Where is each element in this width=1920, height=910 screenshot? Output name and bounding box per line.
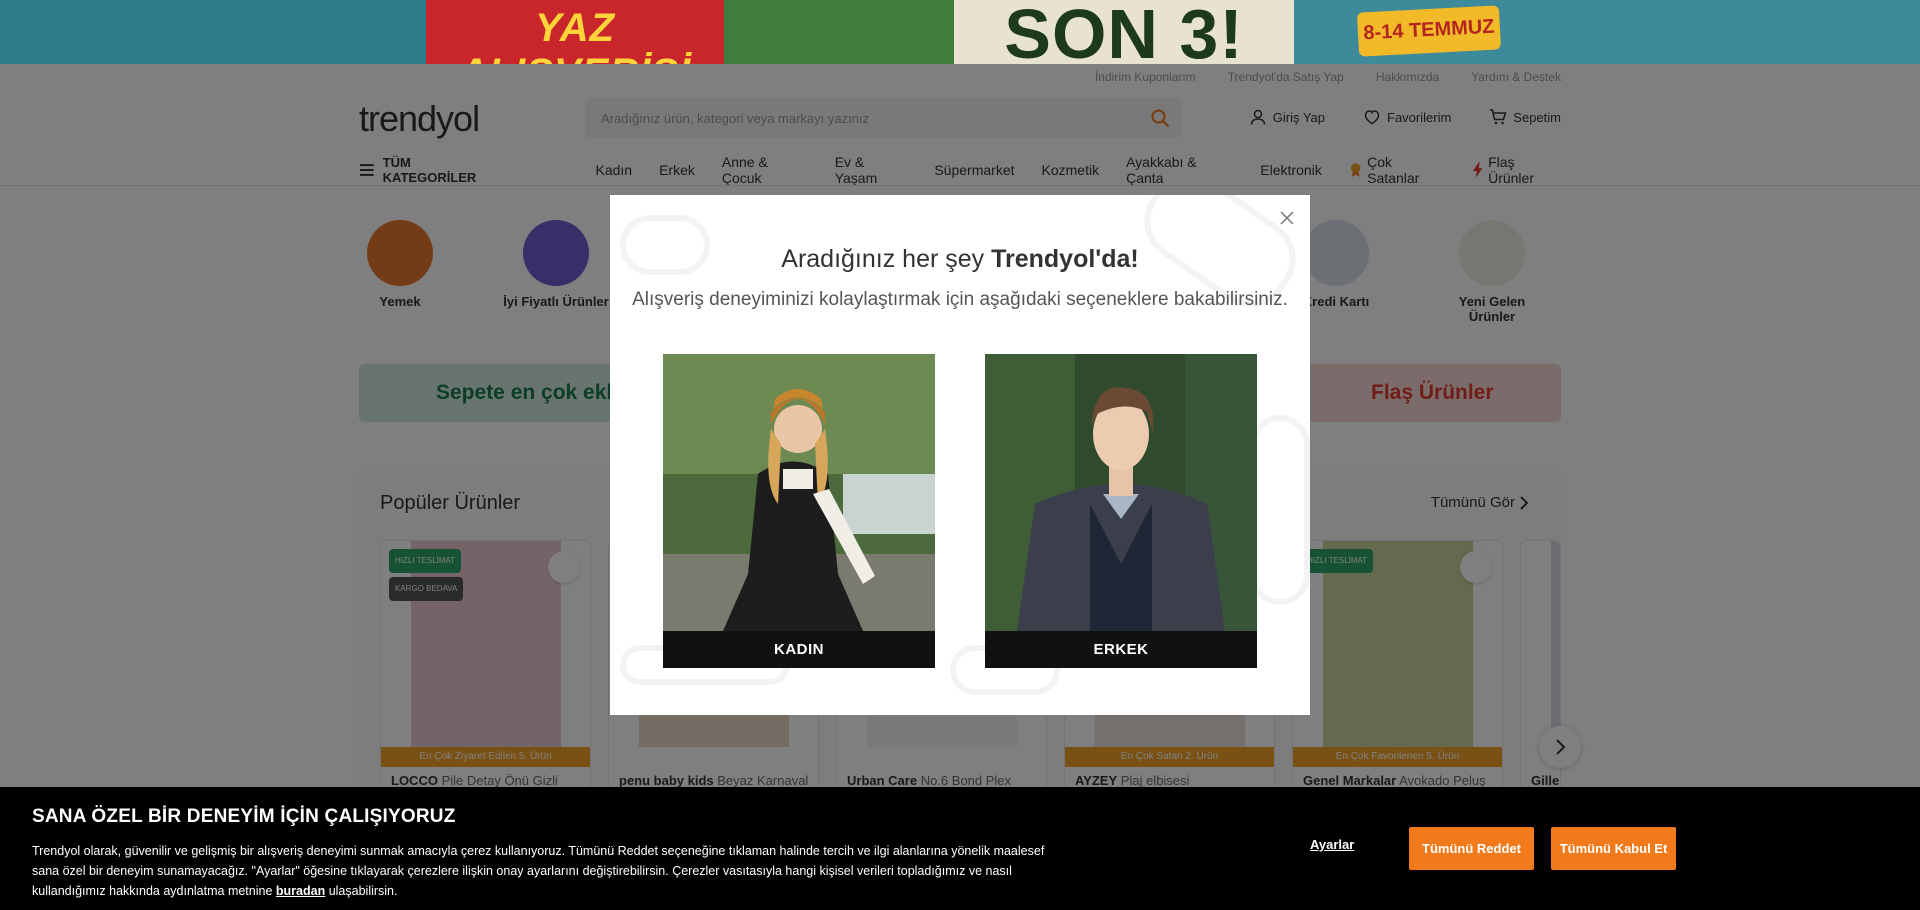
banner-left-text: YAZ ALIŞVERİŞİ [459, 6, 690, 64]
cookie-description: Trendyol olarak, güvenilir ve gelişmiş b… [32, 841, 1062, 901]
close-icon[interactable] [1278, 209, 1296, 227]
modal-title-brand: Trendyol'da! [991, 245, 1139, 273]
cookie-text-end: ulaşabilirsin. [328, 884, 398, 898]
erkek-label: ERKEK [985, 631, 1257, 668]
cookie-title: SANA ÖZEL BİR DENEYİM İÇİN ÇALIŞIYORUZ [32, 806, 456, 827]
kadin-photo [663, 354, 935, 631]
banner-leaf-decoration [724, 0, 954, 64]
erkek-photo [985, 354, 1257, 631]
modal-subtitle: Alışveriş deneyiminizi kolaylaştırmak iç… [632, 289, 1288, 310]
cookie-settings-link[interactable]: Ayarlar [1310, 837, 1354, 852]
modal-title: Aradığınız her şey Trendyol'da! [610, 245, 1310, 274]
kadin-label: KADIN [663, 631, 935, 668]
kadin-option[interactable]: KADIN [663, 354, 935, 668]
cookie-text: Trendyol olarak, güvenilir ve gelişmiş b… [32, 844, 1045, 898]
banner-left-panel: YAZ ALIŞVERİŞİ [426, 0, 724, 64]
top-promo-banner[interactable]: YAZ ALIŞVERİŞİ SON 3! 8-14 TEMMUZ [0, 0, 1920, 64]
modal-title-prefix: Aradığınız her şey [781, 245, 992, 273]
erkek-option[interactable]: ERKEK [985, 354, 1257, 668]
banner-date-text: 8-14 TEMMUZ [1362, 15, 1495, 45]
cookie-policy-link[interactable]: buradan [276, 884, 325, 898]
gender-select-modal: Aradığınız her şey Trendyol'da! Alışveri… [610, 195, 1310, 715]
reject-all-button[interactable]: Tümünü Reddet [1409, 827, 1534, 870]
accept-all-button[interactable]: Tümünü Kabul Et [1551, 827, 1676, 870]
modal-decoration [1250, 415, 1310, 605]
cookie-consent-bar: SANA ÖZEL BİR DENEYİM İÇİN ÇALIŞIYORUZ T… [0, 787, 1920, 910]
banner-center-panel: SON 3! [954, 0, 1294, 64]
banner-date-badge: 8-14 TEMMUZ [1356, 5, 1502, 57]
banner-center-text: SON 3! [1004, 0, 1244, 64]
